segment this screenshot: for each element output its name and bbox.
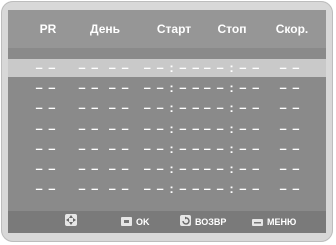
cell-start: – – : – – <box>143 181 201 196</box>
cell-stop: – – : – – <box>203 181 261 196</box>
cell-start: – – : – – <box>143 100 201 115</box>
menu-button-icon <box>252 213 263 231</box>
cell-pr: – – <box>35 141 57 156</box>
cell-pr: – – <box>35 181 57 196</box>
cell-stop: – – : – – <box>203 100 261 115</box>
menu-hint[interactable]: МЕНЮ <box>252 215 296 229</box>
cell-speed: – – <box>279 161 301 176</box>
cell-start: – – : – – <box>143 161 201 176</box>
cell-stop: – – : – – <box>203 80 261 95</box>
cell-pr: – – <box>35 80 57 95</box>
cell-start: – – : – – <box>143 141 201 156</box>
table-row[interactable]: – – – – – – – – : – – – – : – – – – <box>8 59 326 77</box>
table-row[interactable]: – – – – – – – – : – – – – : – – – – <box>8 99 326 117</box>
cell-day: – – – – <box>78 80 130 95</box>
table-row[interactable]: – – – – – – – – : – – – – : – – – – <box>8 79 326 97</box>
cell-speed: – – <box>279 80 301 95</box>
cell-day: – – – – <box>78 100 130 115</box>
cell-stop: – – : – – <box>203 161 261 176</box>
table-header: PR День Старт Стоп Скор. <box>8 10 326 48</box>
ok-hint[interactable]: OK <box>121 215 150 229</box>
header-stop: Стоп <box>217 22 247 36</box>
cell-stop: – – : – – <box>203 121 261 136</box>
cell-speed: – – <box>279 121 301 136</box>
cell-pr: – – <box>35 161 57 176</box>
cell-start: – – : – – <box>143 121 201 136</box>
tv-osd-frame: PR День Старт Стоп Скор. – – – – – – – –… <box>1 1 333 242</box>
cell-speed: – – <box>279 60 301 75</box>
cell-pr: – – <box>35 100 57 115</box>
cell-pr: – – <box>35 121 57 136</box>
cell-speed: – – <box>279 181 301 196</box>
table-row[interactable]: – – – – – – – – : – – – – : – – – – <box>8 140 326 158</box>
nav-hint <box>64 213 78 232</box>
cell-day: – – – – <box>78 141 130 156</box>
header-pr: PR <box>39 22 57 36</box>
cell-speed: – – <box>279 100 301 115</box>
ok-label: OK <box>136 217 150 227</box>
cell-day: – – – – <box>78 181 130 196</box>
menu-label: МЕНЮ <box>267 217 297 227</box>
cell-day: – – – – <box>78 60 130 75</box>
table-row[interactable]: – – – – – – – – : – – – – : – – – – <box>8 120 326 138</box>
ok-button-icon <box>121 213 132 231</box>
cell-stop: – – : – – <box>203 141 261 156</box>
header-start: Старт <box>156 22 192 36</box>
dpad-icon <box>64 213 78 232</box>
cell-speed: – – <box>279 141 301 156</box>
cell-day: – – – – <box>78 161 130 176</box>
cell-pr: – – <box>35 60 57 75</box>
back-label: ВОЗВР <box>195 217 227 227</box>
header-speed: Скор. <box>275 22 309 36</box>
cell-day: – – – – <box>78 121 130 136</box>
cell-start: – – : – – <box>143 80 201 95</box>
return-icon <box>180 213 191 231</box>
cell-start: – – : – – <box>143 60 201 75</box>
button-hint-bar: OK ВОЗВР МЕНЮ <box>8 211 326 233</box>
header-day: День <box>90 22 120 36</box>
back-hint[interactable]: ВОЗВР <box>180 215 226 229</box>
timer-recording-screen: PR День Старт Стоп Скор. – – – – – – – –… <box>8 10 326 233</box>
cell-stop: – – : – – <box>203 60 261 75</box>
table-row[interactable]: – – – – – – – – : – – – – : – – – – <box>8 160 326 178</box>
table-row[interactable]: – – – – – – – – : – – – – : – – – – <box>8 180 326 198</box>
